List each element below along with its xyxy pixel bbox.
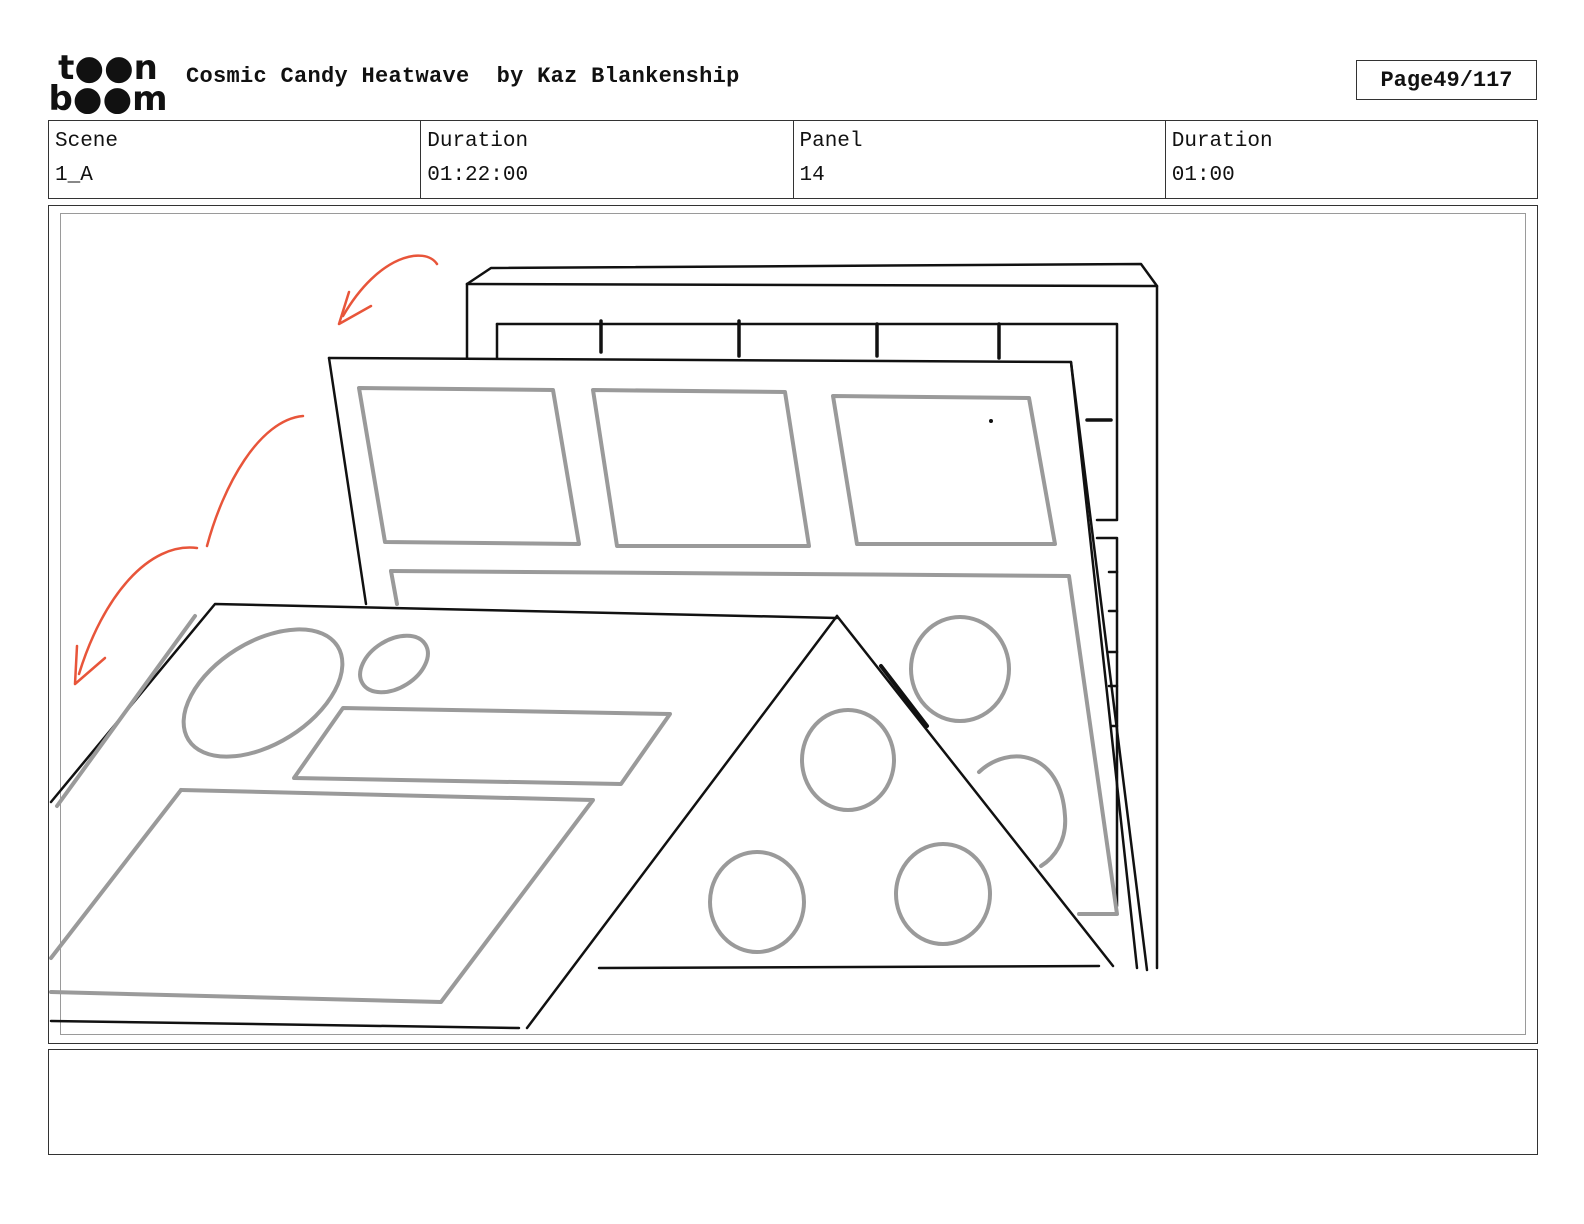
back-panel-sketch bbox=[465, 262, 1159, 970]
middle-panel-shapes bbox=[357, 386, 1119, 916]
panel-cell: Panel 14 bbox=[794, 121, 1166, 198]
panel-label: Panel bbox=[799, 130, 863, 153]
scene-info-grid: Scene 1_A Duration 01:22:00 Panel 14 Dur… bbox=[48, 120, 1538, 199]
panel-duration-value: 01:00 bbox=[1171, 164, 1235, 187]
project-title: Cosmic Candy Heatwave by Kaz Blankenship bbox=[186, 64, 740, 89]
project-name: Cosmic Candy Heatwave bbox=[186, 64, 470, 89]
panel-notes[interactable] bbox=[48, 1049, 1538, 1155]
toonboom-logo-icon: t●●n b●●m bbox=[50, 50, 166, 114]
triangle-sketch bbox=[525, 614, 1115, 1030]
scene-duration-label: Duration bbox=[427, 130, 529, 153]
panel-duration-label: Duration bbox=[1171, 130, 1273, 153]
scene-duration-cell: Duration 01:22:00 bbox=[421, 121, 794, 198]
page-indicator: Page 49/117 bbox=[1356, 60, 1537, 100]
panel-duration-cell: Duration 01:00 bbox=[1166, 121, 1537, 198]
scene-label: Scene bbox=[55, 130, 119, 153]
panel-value: 14 bbox=[799, 164, 825, 187]
author-credit: by Kaz Blankenship bbox=[496, 64, 740, 89]
arrow-head-3 bbox=[73, 644, 107, 686]
front-panel-sketch bbox=[49, 602, 839, 1030]
middle-panel-sketch bbox=[327, 356, 1149, 972]
arrow-curve-3 bbox=[77, 546, 199, 676]
triangle-circles bbox=[708, 708, 992, 954]
motion-arrows bbox=[73, 254, 439, 686]
front-panel-shapes bbox=[49, 614, 672, 1004]
scene-duration-value: 01:22:00 bbox=[427, 164, 529, 187]
scene-value: 1_A bbox=[55, 164, 93, 187]
scene-cell: Scene 1_A bbox=[49, 121, 422, 198]
sketch-dot bbox=[989, 419, 993, 423]
page-number: 49/117 bbox=[1433, 67, 1513, 93]
storyboard-sketch-icon bbox=[49, 254, 1159, 1030]
page-label: Page bbox=[1380, 67, 1434, 93]
arrow-curve-2 bbox=[205, 414, 305, 548]
logo-text-bottom: b●●m bbox=[50, 79, 166, 114]
arrow-curve-1 bbox=[341, 254, 439, 318]
storyboard-panel bbox=[48, 205, 1538, 1044]
